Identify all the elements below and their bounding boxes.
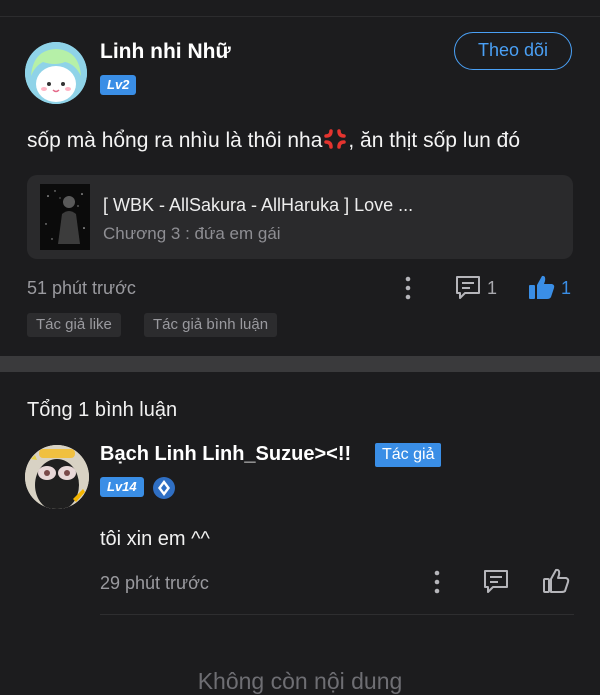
post-time: 51 phút trước — [27, 278, 136, 298]
commenter-name[interactable]: Bạch Linh Linh_Suzue><!! — [100, 443, 351, 466]
author-badge: Tác giả — [375, 443, 442, 467]
no-more-content-label: Không còn nội dung — [197, 668, 403, 694]
like-icon[interactable] — [528, 273, 556, 301]
post-text-part2: , ăn thịt sốp lun đó — [348, 129, 520, 152]
post-text: sốp mà hổng ra nhìu là thôi nha , ăn thịt… — [27, 127, 520, 153]
commenter-level-badge: Lv14 — [100, 477, 144, 497]
comment-more-icon[interactable] — [431, 570, 443, 594]
post-text-part1: sốp mà hổng ra nhìu là thôi nha — [27, 129, 323, 152]
comments-total-title: Tổng 1 bình luận — [27, 399, 178, 421]
top-divider — [0, 16, 600, 17]
story-chapter: Chương 3 : đứa em gái — [103, 224, 281, 243]
comment-divider — [100, 614, 574, 615]
comment-text: tôi xin em ^^ — [100, 528, 210, 550]
linked-story-card[interactable]: [ WBK - AllSakura - AllHaruka ] Love ...… — [27, 175, 573, 259]
comment-count: 1 — [487, 278, 498, 298]
more-options-icon[interactable] — [402, 276, 414, 300]
comment-icon[interactable] — [454, 274, 482, 302]
tag-author-like: Tác giả like — [27, 313, 121, 337]
author-name[interactable]: Linh nhi Nhữ — [100, 40, 231, 64]
section-separator — [0, 356, 600, 372]
follow-button[interactable]: Theo dõi — [454, 32, 572, 70]
reply-icon[interactable] — [482, 568, 510, 596]
comment-time: 29 phút trước — [100, 573, 209, 593]
anger-symbol-icon — [322, 127, 348, 151]
diamond-badge-icon — [153, 477, 175, 499]
tag-author-comment: Tác giả bình luận — [144, 313, 278, 337]
story-cover-image — [40, 184, 90, 250]
comment-like-icon[interactable] — [542, 567, 570, 595]
commenter-avatar[interactable] — [25, 445, 89, 509]
level-badge: Lv2 — [100, 75, 137, 95]
like-count: 1 — [561, 278, 572, 298]
story-title: [ WBK - AllSakura - AllHaruka ] Love ... — [103, 195, 414, 215]
author-avatar[interactable] — [25, 42, 87, 104]
